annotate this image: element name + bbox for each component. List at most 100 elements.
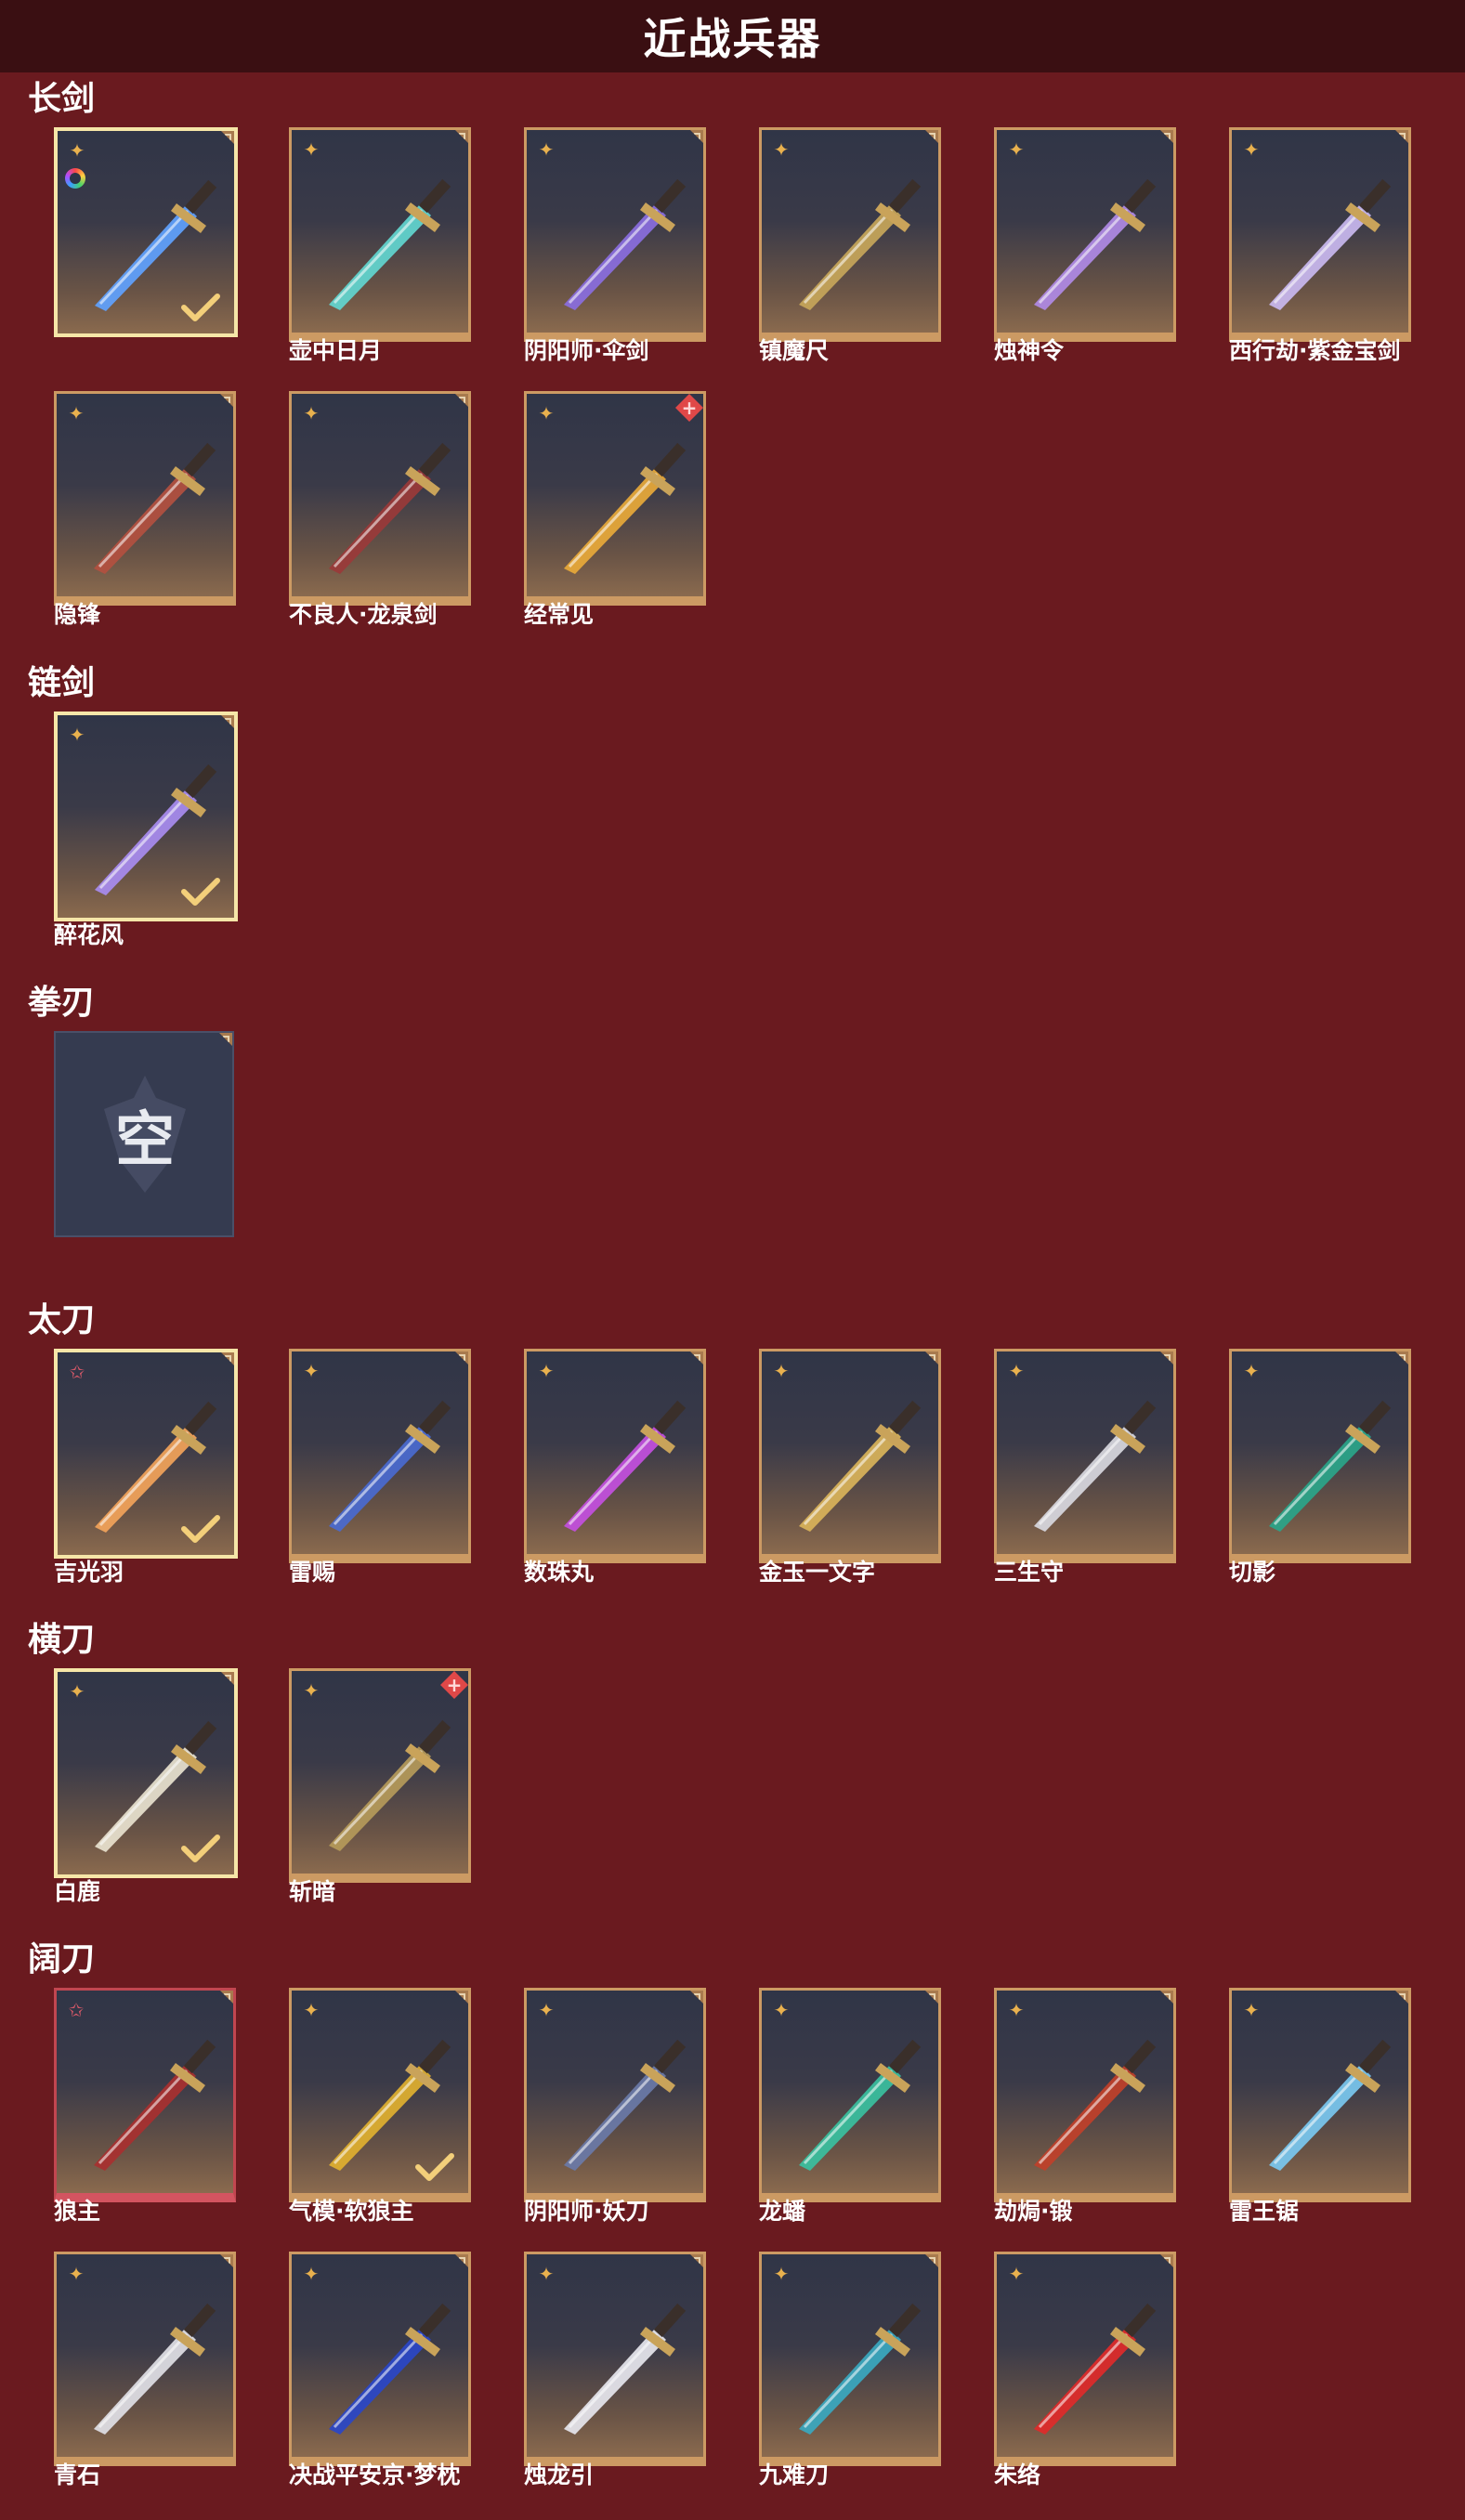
weapon-name: 决战平安京·梦枕 [289,2461,461,2488]
weapon-card[interactable]: ✦ 金玉一文字 [759,1349,941,1586]
weapon-icon [564,2303,687,2435]
weapon-card[interactable]: ✦ 雷王锯 [1229,1988,1411,2225]
gold-star-rarity-icon: ✦ [303,1679,320,1702]
gold-star-rarity-icon: ✦ [303,138,320,161]
weapon-card-frame: ✦ [289,391,471,606]
weapon-card-frame: ✦ [289,1349,471,1563]
weapon-category-section: 横刀 ✦ 白鹿 ✦ 斩暗 [0,1620,1465,1932]
weapon-category-section: 长剑 ✦ ✦ 壶中日月 ✦ 阴阳师·伞剑 ✦ 镇魔尺 ✦ 烛神令 ✦ 西行劫·紫金宝剑 ✦ 隐锋 ✦ 不良人·… [0,79,1465,655]
gold-star-rarity-icon: ✦ [68,402,85,424]
weapon-card[interactable]: ✦ 龙蟠 [759,1988,941,2225]
weapon-name: 镇魔尺 [759,337,830,364]
gold-star-rarity-icon: ✦ [303,2263,320,2285]
weapon-card-frame: ✦ [54,391,236,606]
upgrade-plus-icon [675,394,703,422]
corner-expand-icon [925,130,938,143]
weapon-card[interactable]: ✦ 壶中日月 [289,127,471,364]
weapon-card[interactable]: ✦ 朱络 [994,2252,1176,2488]
weapon-icon [799,1400,922,1532]
weapon-card[interactable]: ✦ 决战平安京·梦枕 [289,2252,471,2488]
weapon-card[interactable]: ✦ 经常见 [524,391,706,628]
corner-expand-icon [925,1351,938,1364]
weapon-card[interactable]: ✩ 吉光羽 [54,1349,238,1586]
corner-expand-icon [220,394,233,407]
category-title: 链剑 [28,664,96,702]
corner-expand-icon [221,1352,234,1365]
weapon-card-frame: ✦ [759,127,941,342]
weapon-card-frame: ✦ [54,127,238,337]
weapon-card[interactable]: ✦ 劫焗·锻 [994,1988,1176,2225]
weapon-card-frame: ✦ [524,127,706,342]
gold-star-rarity-icon: ✦ [773,1999,790,2021]
checkmark-icon [181,1515,220,1543]
weapon-card[interactable]: ✦ 醉花风 [54,712,238,948]
gold-star-rarity-icon: ✦ [773,138,790,161]
weapon-card[interactable]: ✦ 阴阳师·妖刀 [524,1988,706,2225]
weapon-card-frame: ✦ [759,2252,941,2466]
weapon-card-frame: ✦ [289,2252,471,2466]
weapon-name: 九难刀 [759,2461,830,2488]
red-star-rarity-icon: ✩ [68,1999,85,2021]
weapon-name: 劫焗·锻 [994,2198,1073,2225]
empty-weapon-slot[interactable]: 空 [54,1031,236,1239]
gold-star-rarity-icon: ✦ [773,2263,790,2285]
weapon-card[interactable]: ✩ 狼主 [54,1988,236,2225]
weapon-card[interactable]: ✦ 隐锋 [54,391,236,628]
weapon-card[interactable]: ✦ 九难刀 [759,2252,941,2488]
corner-expand-icon [925,1991,938,2004]
weapon-card[interactable]: ✦ 三生守 [994,1349,1176,1586]
weapon-card[interactable]: ✦ 不良人·龙泉剑 [289,391,471,628]
weapon-card[interactable]: ✦ 斩暗 [289,1668,471,1905]
corner-expand-icon [1160,130,1173,143]
gold-star-rarity-icon: ✦ [68,2263,85,2285]
corner-expand-icon [1395,1991,1408,2004]
weapon-name: 青石 [54,2461,101,2488]
weapon-icon [1269,178,1392,310]
weapon-card[interactable]: ✦ 数珠丸 [524,1349,706,1586]
corner-expand-icon [455,2254,468,2267]
weapon-card[interactable]: ✦ 雷赐 [289,1349,471,1586]
gold-star-rarity-icon: ✦ [69,139,85,162]
weapon-icon [329,1400,451,1532]
weapon-card[interactable]: ✦ 烛神令 [994,127,1176,364]
weapon-card[interactable]: ✦ 青石 [54,2252,236,2488]
corner-expand-icon [1395,1351,1408,1364]
weapon-card[interactable]: ✦ 西行劫·紫金宝剑 [1229,127,1411,364]
weapon-icon [1034,2039,1157,2171]
weapon-icon [329,178,451,310]
corner-expand-icon [925,2254,938,2267]
weapon-name: 斩暗 [289,1878,336,1905]
gold-star-rarity-icon: ✦ [773,1360,790,1382]
corner-expand-icon [690,1351,703,1364]
category-title: 横刀 [28,1621,96,1659]
weapon-card-frame: ✦ [289,127,471,342]
weapon-icon [94,442,216,574]
gold-star-rarity-icon: ✦ [69,724,85,746]
weapon-icon [94,2303,216,2435]
gold-star-rarity-icon: ✦ [1243,1999,1260,2021]
category-title: 长剑 [28,80,96,118]
weapon-card[interactable]: ✦ 镇魔尺 [759,127,941,364]
weapon-icon [329,442,451,574]
weapon-icon [1269,2039,1392,2171]
weapon-card-frame: ✦ [1229,1349,1411,1563]
weapon-card[interactable]: ✦ 白鹿 [54,1668,238,1905]
gold-star-rarity-icon: ✦ [538,2263,555,2285]
weapon-category-section: 阔刀 ✩ 狼主 ✦ 气模·软狼主 ✦ 阴阳师·妖刀 ✦ 龙蟠 ✦ 劫焗·锻 ✦ 雷王锯 ✦ 青石 ✦ 决战平安京… [0,1939,1465,2515]
weapon-card[interactable]: ✦ 气模·软狼主 [289,1988,471,2225]
gold-star-rarity-icon: ✦ [303,402,320,424]
weapon-card[interactable]: ✦ 切影 [1229,1349,1411,1586]
weapon-card[interactable]: ✦ [54,127,238,337]
weapon-card[interactable]: ✦ 阴阳师·伞剑 [524,127,706,364]
weapon-name: 阴阳师·伞剑 [524,337,649,364]
weapon-card[interactable]: ✦ 烛龙引 [524,2252,706,2488]
weapon-card-frame: ✦ [994,1988,1176,2202]
weapon-name: 狼主 [54,2198,101,2225]
weapon-card-frame: ✦ [54,2252,236,2466]
gold-star-rarity-icon: ✦ [1008,1360,1025,1382]
gold-star-rarity-icon: ✦ [1243,1360,1260,1382]
corner-expand-icon [690,1991,703,2004]
red-star-rarity-icon: ✩ [69,1361,85,1383]
weapon-card-frame: ✦ [759,1349,941,1563]
corner-expand-icon [455,394,468,407]
